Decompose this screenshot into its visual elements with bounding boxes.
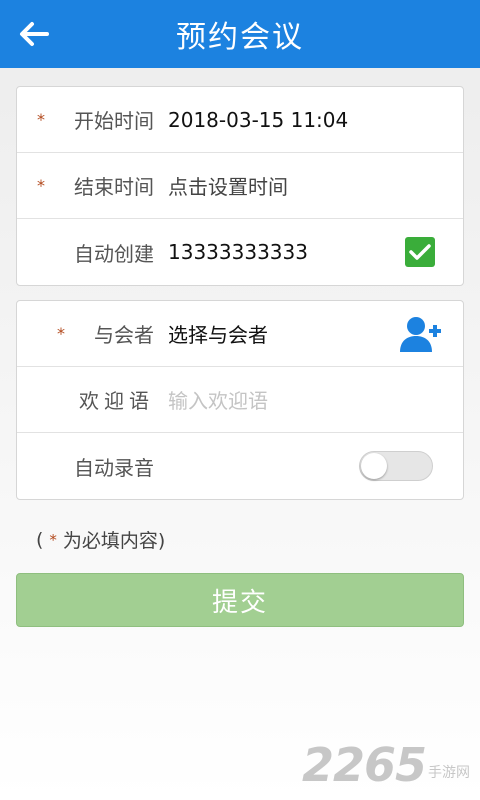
checkmark-icon — [409, 244, 431, 260]
auto-create-checkbox[interactable] — [405, 237, 435, 267]
watermark-number: 2265 — [301, 738, 427, 792]
end-time-value[interactable]: 点击设置时间 — [168, 171, 288, 200]
welcome-input[interactable]: 输入欢迎语 — [168, 385, 268, 414]
participants-card: * 与会者 选择与会者 欢迎语 输入欢迎语 自动录音 — [16, 300, 464, 500]
required-marker: * — [37, 175, 45, 195]
back-arrow-icon — [20, 22, 49, 46]
required-marker: * — [37, 109, 45, 129]
required-marker: * — [57, 323, 65, 343]
required-marker: * — [49, 530, 57, 549]
site-watermark: 2265 手游网 — [302, 738, 470, 792]
auto-create-row: 自动创建 13333333333 — [17, 219, 463, 285]
watermark-text: 手游网 — [428, 765, 470, 781]
back-button[interactable] — [14, 14, 54, 54]
participants-value[interactable]: 选择与会者 — [168, 319, 268, 348]
auto-record-toggle[interactable] — [359, 451, 433, 481]
welcome-label: 欢迎语 — [79, 389, 154, 413]
welcome-row: 欢迎语 输入欢迎语 — [17, 367, 463, 433]
note-text: 为必填内容) — [62, 530, 166, 552]
add-person-button[interactable] — [399, 314, 443, 354]
auto-record-row: 自动录音 — [17, 433, 463, 499]
page-title: 预约会议 — [176, 20, 304, 55]
note-open-paren: ( — [36, 528, 44, 551]
submit-button[interactable]: 提交 — [16, 573, 464, 627]
start-time-row[interactable]: * 开始时间 2018-03-15 11:04 — [17, 87, 463, 153]
app-header: 预约会议 — [0, 0, 480, 68]
participants-label: 与会者 — [94, 323, 154, 347]
start-time-value[interactable]: 2018-03-15 11:04 — [168, 108, 348, 132]
meeting-time-card: * 开始时间 2018-03-15 11:04 * 结束时间 点击设置时间 自动… — [16, 86, 464, 286]
auto-record-label: 自动录音 — [74, 455, 154, 480]
auto-create-label: 自动创建 — [74, 241, 154, 266]
toggle-knob — [361, 453, 387, 479]
required-note: ( * 为必填内容) — [36, 526, 480, 553]
participants-row[interactable]: * 与会者 选择与会者 — [17, 301, 463, 367]
end-time-row[interactable]: * 结束时间 点击设置时间 — [17, 153, 463, 219]
auto-create-phone: 13333333333 — [168, 240, 308, 264]
add-person-icon — [400, 316, 441, 352]
